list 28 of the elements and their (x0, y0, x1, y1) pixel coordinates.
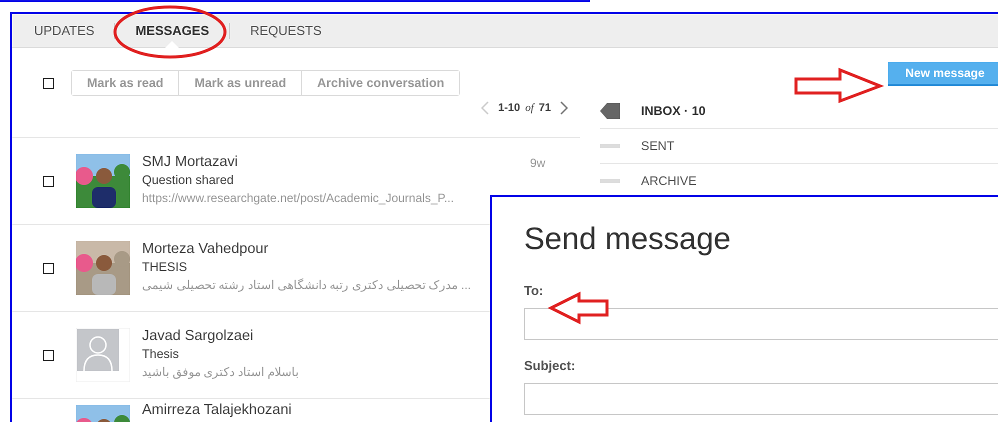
checkbox[interactable] (43, 176, 54, 186)
checkbox[interactable] (43, 262, 54, 274)
left-arrow-icon (548, 292, 608, 324)
message-preview: https://www.researchgate.net/post/Academic_Journals_P... (142, 190, 455, 207)
tab[interactable]: REQUESTS (240, 14, 332, 47)
field-label: Subject: (524, 358, 576, 373)
message-time: 9w (530, 156, 546, 170)
message-subject: Thesis (142, 346, 180, 363)
checkbox[interactable] (43, 78, 54, 88)
folder-link[interactable]: INBOX · 10 (641, 104, 706, 118)
page-of-label: of (525, 102, 534, 114)
tab[interactable]: MESSAGES (125, 14, 220, 47)
next-page-icon[interactable] (560, 101, 568, 115)
dialog-title: Send message (524, 221, 732, 257)
total-count: 71 (538, 102, 551, 114)
checkbox[interactable] (43, 350, 54, 360)
avatar-placeholder-icon (76, 328, 130, 382)
tab[interactable]: UPDATES (24, 14, 104, 47)
field-label: To: (524, 283, 544, 298)
folder-link[interactable]: ARCHIVE (641, 174, 697, 188)
message-subject: THESIS (142, 259, 188, 276)
input-field[interactable] (524, 383, 998, 415)
message-subject: Question shared (142, 172, 235, 189)
right-arrow-icon (794, 68, 884, 104)
page-range: 1-10 (498, 102, 520, 114)
input-field[interactable] (524, 308, 998, 340)
sender-name[interactable]: SMJ Mortazavi (142, 153, 530, 171)
folder-link[interactable]: SENT (641, 139, 674, 153)
